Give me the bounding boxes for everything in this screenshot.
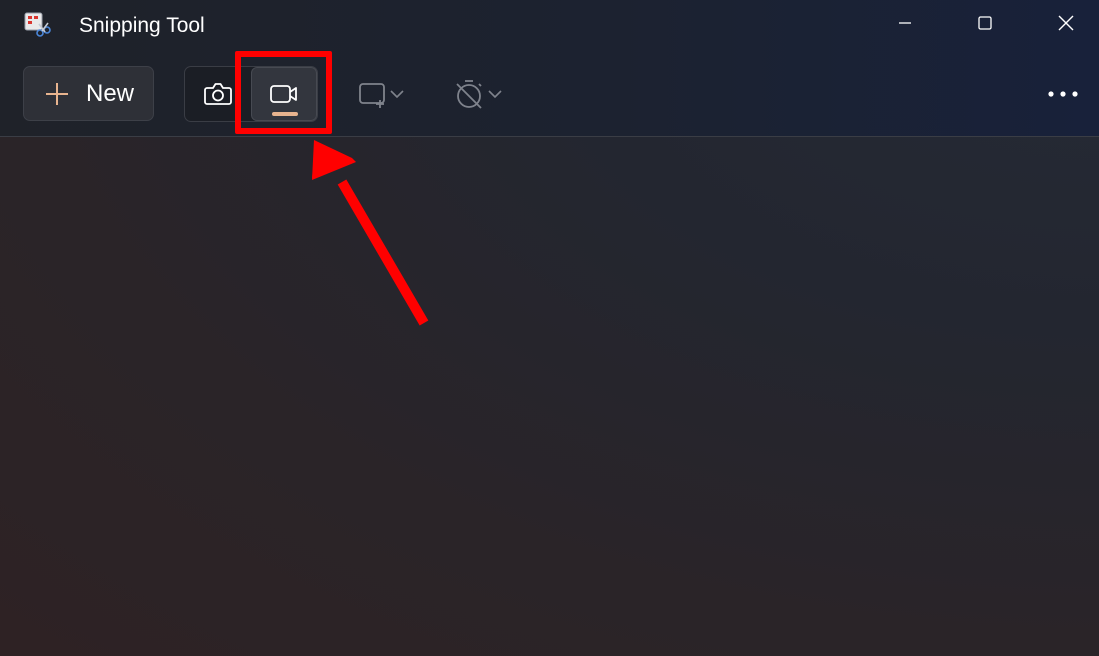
new-snip-button[interactable]: New [23,66,154,121]
close-icon [1058,15,1074,31]
new-button-label: New [86,79,135,107]
more-options-button[interactable] [1040,74,1086,114]
minimize-button[interactable] [882,6,928,40]
close-button[interactable] [1043,6,1089,40]
minimize-icon [899,22,911,24]
maximize-icon [978,16,992,30]
no-delay-timer-icon [456,80,482,109]
camera-icon [204,83,232,105]
red-highlight-box [235,51,332,134]
chevron-down-icon [488,90,502,99]
window-title: Snipping Tool [79,14,205,37]
snipping-tool-window: Snipping Tool New [0,0,1099,656]
chevron-down-icon [390,90,404,99]
delay-timer-dropdown[interactable] [452,72,518,116]
more-options-icon [1048,91,1078,97]
snipping-tool-app-icon [24,12,51,37]
maximize-button[interactable] [962,6,1008,40]
rectangle-snip-icon [359,83,385,108]
snip-shape-dropdown[interactable] [354,72,418,116]
red-arrow-annotation [312,140,429,326]
title-and-toolbar-area: Snipping Tool New [0,0,1099,137]
plus-icon [46,82,68,105]
